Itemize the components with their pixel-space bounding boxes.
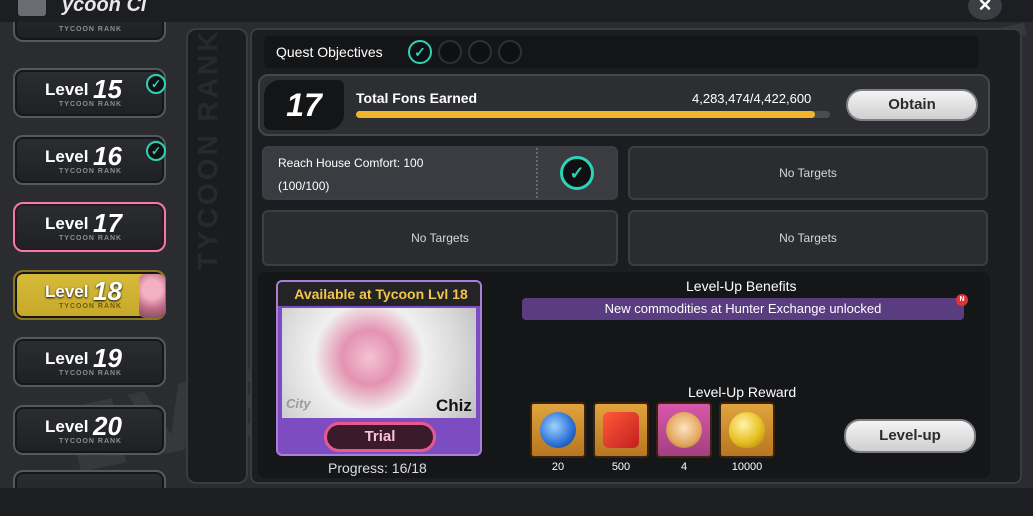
no-targets-label: No Targets <box>779 231 837 245</box>
no-targets-label: No Targets <box>779 166 837 180</box>
main-panel: Quest Objectives ✓ 17 Total Fons Earned … <box>250 28 1022 484</box>
reward-tile <box>530 402 586 458</box>
objective-progress: (100/100) <box>278 179 330 193</box>
quest-dot-check-icon: ✓ <box>408 40 432 64</box>
fons-progress-fill <box>356 111 816 118</box>
quest-objectives-label: Quest Objectives <box>276 44 383 60</box>
level-card-15[interactable]: Level 15 TYCOON RANK ✓ <box>13 68 166 118</box>
close-button[interactable]: × <box>968 0 1002 20</box>
objective-target-empty: No Targets <box>262 210 618 266</box>
character-name: Chiz <box>436 396 472 415</box>
reward-item[interactable]: 10000 <box>719 402 775 474</box>
rewards-panel: Available at Tycoon Lvl 18 City Chiz Tri… <box>258 272 990 478</box>
new-badge: N <box>956 294 968 306</box>
completed-check-icon: ✓ <box>146 141 166 161</box>
bottom-bar <box>0 488 1033 516</box>
reward-qty: 500 <box>611 461 631 473</box>
level-rank-label: TYCOON RANK <box>59 438 123 445</box>
quest-dot-empty <box>498 40 522 64</box>
benefit-item: New commodities at Hunter Exchange unloc… <box>522 298 964 320</box>
level-card-16[interactable]: Level 16 TYCOON RANK ✓ <box>13 135 166 185</box>
level-card-20[interactable]: Level 20 TYCOON RANK <box>13 405 166 455</box>
quest-dot-empty <box>438 40 462 64</box>
level-rank-label: TYCOON RANK <box>59 101 123 108</box>
level-rank-label: TYCOON RANK <box>59 168 123 175</box>
reward-item[interactable]: 500 <box>593 402 649 474</box>
home-icon[interactable] <box>18 0 46 16</box>
objective-name: Reach House Comfort: 100 <box>278 156 424 170</box>
fons-value: 4,283,474/4,422,600 <box>692 91 812 106</box>
level-rank-label: TYCOON RANK <box>59 26 123 33</box>
reward-qty: 20 <box>551 461 565 473</box>
level-card-partial[interactable]: TYCOON RANK <box>13 22 166 42</box>
level-label: Level <box>45 214 89 233</box>
trial-button[interactable]: Trial <box>324 422 436 452</box>
level-card-partial-bottom[interactable] <box>13 470 166 488</box>
objective-target-active: Reach House Comfort: 100 (100/100) ✓ <box>262 146 618 200</box>
city-tag: City <box>286 396 311 411</box>
current-level-badge: 17 <box>264 80 344 130</box>
level-up-benefits-title: Level-Up Benefits <box>686 278 797 294</box>
quest-dot-empty <box>468 40 492 64</box>
level-card-19[interactable]: Level 19 TYCOON RANK <box>13 337 166 387</box>
tycoon-rank-vertical-text: TYCOON RANK <box>192 28 223 270</box>
reward-qty: 10000 <box>731 461 763 473</box>
fons-progress-track <box>356 111 830 118</box>
objective-check-zone: ✓ <box>536 148 618 198</box>
level-up-button[interactable]: Level-up <box>844 419 976 453</box>
objective-target-empty: No Targets <box>628 210 988 266</box>
level-label: Level <box>45 349 89 368</box>
level-label: Level <box>45 80 89 99</box>
character-progress: Progress: 16/18 <box>328 460 427 476</box>
gold-egg-icon <box>729 412 765 448</box>
level-card-17[interactable]: Level 17 TYCOON RANK <box>13 202 166 252</box>
reward-item[interactable]: 4 <box>656 402 712 474</box>
fons-progress-panel: 17 Total Fons Earned 4,283,474/4,422,600… <box>258 74 990 136</box>
pig-coin-icon <box>666 412 702 448</box>
level-rank-label: TYCOON RANK <box>59 235 123 242</box>
window-title: ycoon Ci <box>62 0 147 16</box>
tycoon-rank-strip: TYCOON RANK <box>186 28 248 484</box>
top-bar: ycoon Ci × <box>0 0 1033 22</box>
quest-objectives-bar: Quest Objectives ✓ <box>264 36 979 68</box>
reward-tile <box>719 402 775 458</box>
completed-check-icon: ✓ <box>146 74 166 94</box>
objective-target-empty: No Targets <box>628 146 988 200</box>
level-rank-label: TYCOON RANK <box>59 370 123 377</box>
level-label: Level <box>45 147 89 166</box>
character-unlock-card: Available at Tycoon Lvl 18 City Chiz Tri… <box>276 280 482 456</box>
level-label: Level <box>45 282 89 301</box>
level-label: Level <box>45 417 89 436</box>
objective-complete-check-icon: ✓ <box>560 156 594 190</box>
fons-title: Total Fons Earned <box>356 90 478 106</box>
no-targets-label: No Targets <box>411 231 469 245</box>
reward-qty: 4 <box>680 461 688 473</box>
level-rank-label: TYCOON RANK <box>59 303 123 310</box>
obtain-button[interactable]: Obtain <box>846 89 978 121</box>
level-up-reward-title: Level-Up Reward <box>688 384 797 400</box>
reward-tile <box>656 402 712 458</box>
blue-orb-icon <box>540 412 576 448</box>
reward-item[interactable]: 20 <box>530 402 586 474</box>
character-portrait-icon <box>139 274 165 318</box>
level-card-18[interactable]: Level 18 TYCOON RANK <box>13 270 166 320</box>
level-sidebar: TYCOON RANK Level 15 TYCOON RANK ✓ Level… <box>0 22 182 488</box>
hunter-ticket-icon <box>603 412 639 448</box>
available-at-label: Available at Tycoon Lvl 18 <box>278 282 480 306</box>
reward-tile <box>593 402 649 458</box>
